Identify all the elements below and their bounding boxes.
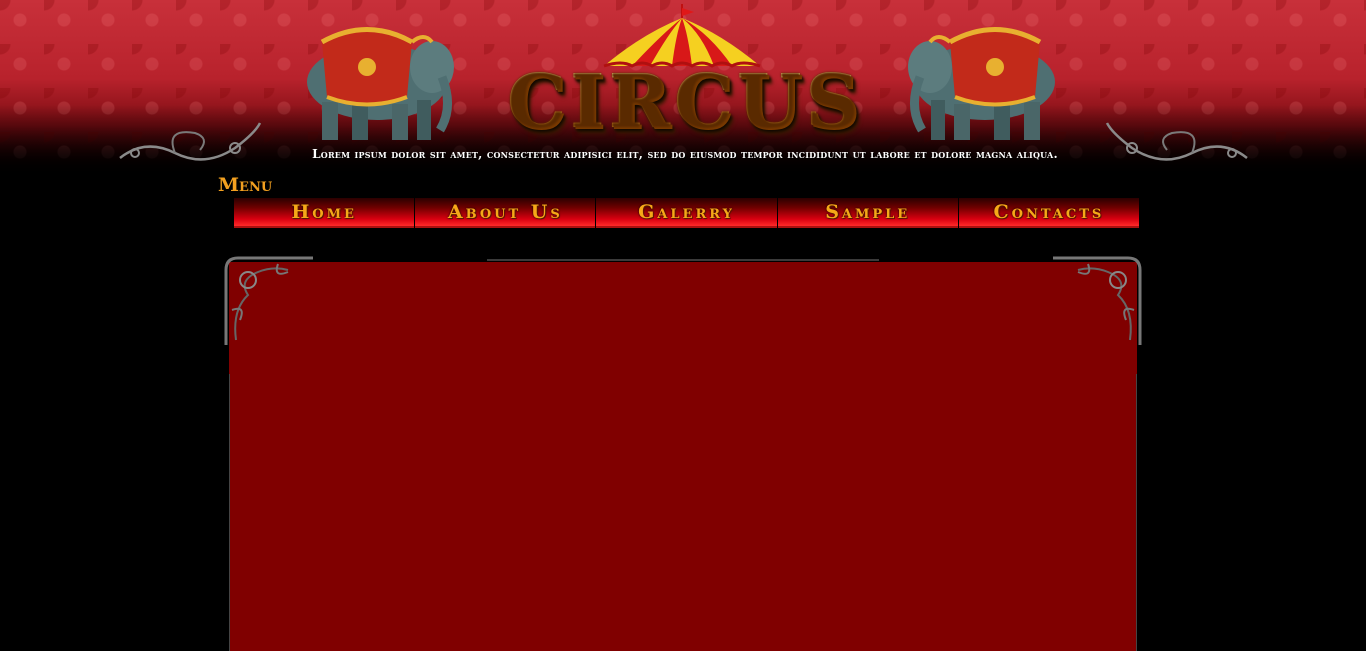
tagline: Lorem ipsum dolor sit amet, consectetur … [312,147,1058,161]
main-nav: Home About Us Galerry Sample Contacts [234,198,1140,228]
nav-item-label: Sample [825,201,911,223]
ornament-flourish-icon [119,122,262,161]
nav-item-label: Contacts [993,201,1105,223]
circus-logo[interactable]: CIRCUS [500,62,870,142]
nav-item-gallery[interactable]: Galerry [596,198,777,228]
nav-item-label: Galerry [638,201,735,223]
nav-item-label: Home [291,201,357,223]
ornament-corner-icon [224,256,313,345]
nav-item-about-us[interactable]: About Us [415,198,596,228]
nav-item-home[interactable]: Home [234,198,415,228]
nav-item-sample[interactable]: Sample [777,198,958,228]
nav-item-label: About Us [447,201,563,223]
content-panel-top [229,262,1137,374]
ornament-corner-icon [1053,256,1142,345]
elephant-icon [307,27,454,140]
ornament-flourish-icon [1105,122,1248,161]
elephant-icon [908,27,1055,140]
nav-item-contacts[interactable]: Contacts [958,198,1140,228]
menu-label: Menu [218,174,273,196]
divider [487,259,879,261]
